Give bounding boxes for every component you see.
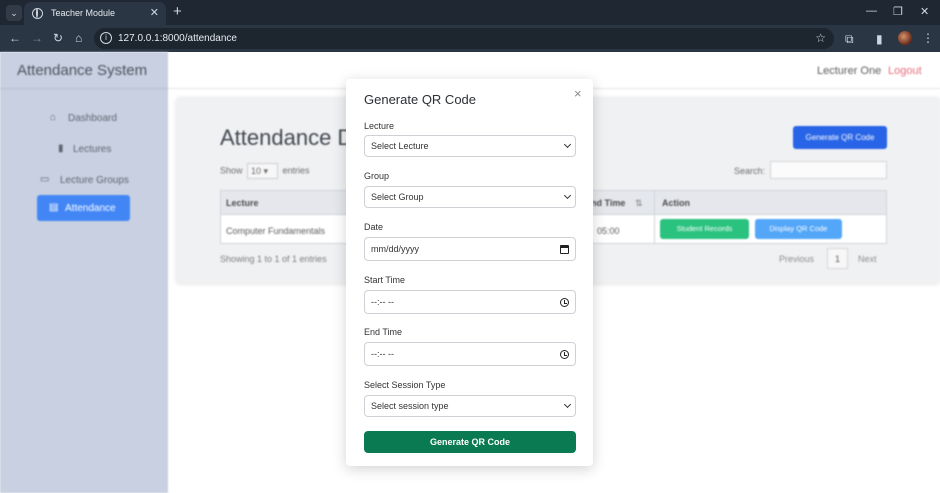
chevron-down-icon [563,191,572,200]
tab-title: Teacher Module [51,8,116,18]
maximize-button[interactable]: ❐ [893,5,903,18]
start-time-label: Start Time [364,275,406,285]
chevron-down-icon [563,400,572,409]
clock-icon[interactable] [560,298,569,307]
modal-title: Generate QR Code [364,92,477,107]
back-arrow-icon[interactable]: ← [9,31,21,45]
tab-search-button[interactable]: ⌄ [6,5,22,21]
side-panel-icon[interactable]: ▮ [876,32,883,46]
chevron-down-icon [563,140,572,149]
home-icon[interactable]: ⌂ [75,31,82,45]
date-input[interactable]: mm/dd/yyyy [364,237,576,261]
reload-icon[interactable]: ↻ [53,31,63,45]
browser-tab-bar: ⌄ Teacher Module ✕ + — ❐ ✕ [0,0,940,25]
bookmark-star-icon[interactable]: ☆ [815,31,826,45]
group-label: Group [364,171,390,181]
start-time-input[interactable]: --:-- -- [364,290,576,314]
minimize-button[interactable]: — [866,5,877,17]
generate-qr-modal: Generate QR Code × Lecture Select Lectur… [346,79,593,466]
end-time-label: End Time [364,327,403,337]
extensions-icon[interactable]: ⧉ [845,32,854,47]
globe-icon [32,8,43,19]
date-label: Date [364,222,384,232]
browser-tab[interactable]: Teacher Module ✕ [24,2,166,25]
forward-arrow-icon[interactable]: → [31,31,43,45]
profile-avatar[interactable] [898,31,912,45]
url-text[interactable]: 127.0.0.1:8000/attendance [118,33,237,44]
lecture-label: Lecture [364,121,395,131]
new-tab-button[interactable]: + [173,3,182,20]
end-time-input[interactable]: --:-- -- [364,342,576,366]
clock-icon[interactable] [560,350,569,359]
lecture-select[interactable]: Select Lecture [364,135,576,157]
session-type-label: Select Session Type [364,380,446,390]
address-bar-row: ← → ↻ ⌂ i 127.0.0.1:8000/attendance ☆ [0,25,940,52]
browser-menu-icon[interactable]: ⋮ [922,31,934,45]
close-icon[interactable]: × [574,86,582,101]
omnibox[interactable]: i 127.0.0.1:8000/attendance ☆ [94,28,834,49]
generate-qr-submit-button[interactable]: Generate QR Code [364,431,576,453]
info-icon[interactable]: i [100,32,112,44]
group-select[interactable]: Select Group [364,186,576,208]
tab-close-button[interactable]: ✕ [150,6,159,19]
close-window-button[interactable]: ✕ [920,5,929,18]
session-type-select[interactable]: Select session type [364,395,576,417]
calendar-icon[interactable] [560,245,569,254]
